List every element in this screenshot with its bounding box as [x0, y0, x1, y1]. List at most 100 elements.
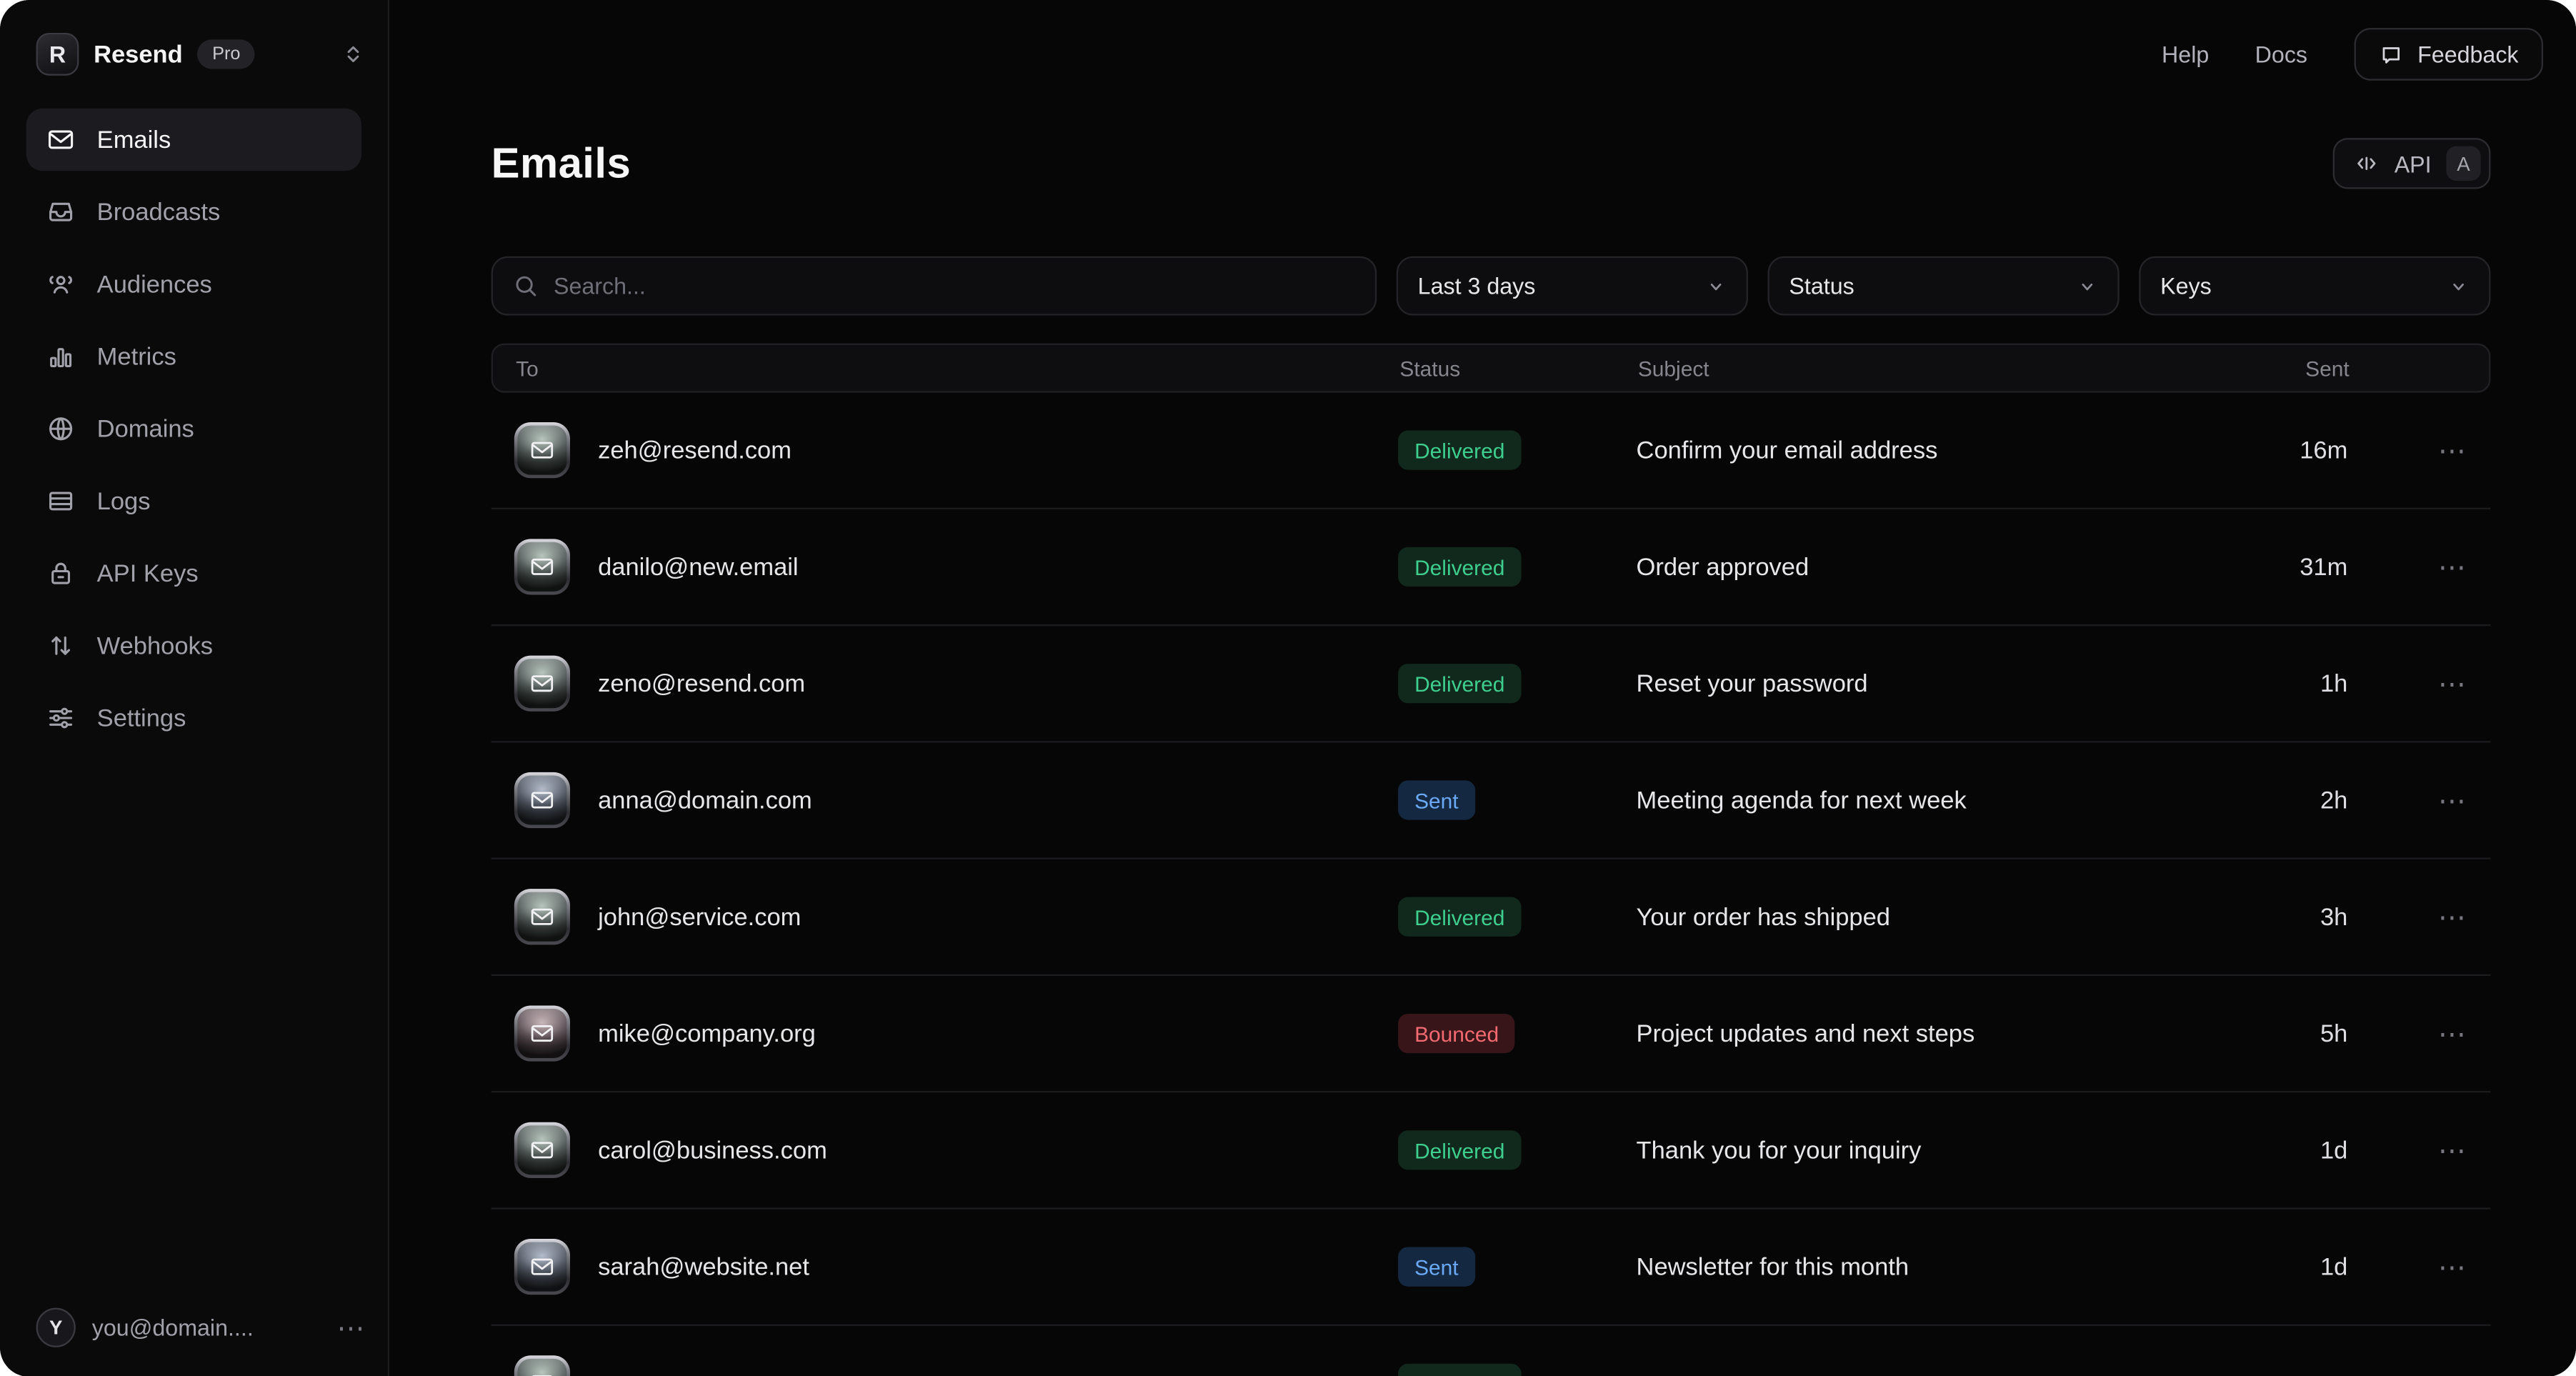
- page-title: Emails: [491, 138, 631, 189]
- sent-time: 1d: [2235, 1253, 2348, 1281]
- api-keys-icon: [46, 559, 75, 588]
- email-subject: Your order has shipped: [1637, 903, 2235, 931]
- table-row[interactable]: john@service.com Delivered Your order ha…: [491, 859, 2491, 976]
- email-subject: Thank you for your inquiry: [1637, 1136, 2235, 1164]
- chevron-down-icon: [2077, 275, 2098, 296]
- sidebar-item-label: Domains: [97, 415, 194, 443]
- sidebar-item-broadcasts[interactable]: Broadcasts: [26, 181, 361, 243]
- topbar: Help Docs Feedback: [2162, 0, 2576, 109]
- sidebar-item-domains[interactable]: Domains: [26, 398, 361, 460]
- sidebar-item-settings[interactable]: Settings: [26, 687, 361, 749]
- status-value: Status: [1789, 273, 1854, 299]
- recipient-email: zeh@resend.com: [598, 437, 792, 464]
- table-row[interactable]: carol@business.com Delivered Thank you f…: [491, 1092, 2491, 1209]
- email-subject: Confirm your email address: [1637, 437, 2235, 464]
- feedback-button[interactable]: Feedback: [2353, 28, 2543, 81]
- search-icon: [513, 273, 539, 299]
- sent-time: 3h: [2235, 903, 2348, 931]
- avatar: Y: [36, 1308, 76, 1347]
- docs-link[interactable]: Docs: [2255, 41, 2307, 67]
- settings-icon: [46, 703, 75, 732]
- email-icon: [514, 422, 570, 478]
- api-shortcut-key: A: [2446, 146, 2480, 181]
- column-subject: Subject: [1638, 356, 2236, 380]
- domains-icon: [46, 414, 75, 444]
- metrics-icon: [46, 341, 75, 371]
- email-icon: [514, 772, 570, 828]
- status-badge: Delivered: [1398, 1130, 1521, 1170]
- filter-bar: Last 3 days Status Keys: [491, 256, 2491, 316]
- status-select[interactable]: Status: [1768, 256, 2120, 316]
- row-menu-icon[interactable]: ⋯: [2438, 786, 2470, 814]
- table-row[interactable]: danilo@new.email Delivered Order approve…: [491, 509, 2491, 626]
- sent-time: 16m: [2235, 437, 2348, 464]
- email-table-body: zeh@resend.com Delivered Confirm your em…: [491, 393, 2491, 1376]
- search-input[interactable]: [554, 273, 1355, 299]
- table-row[interactable]: Delivered ⋯: [491, 1326, 2491, 1376]
- sidebar-item-api-keys[interactable]: API Keys: [26, 542, 361, 604]
- sent-time: 1h: [2235, 669, 2348, 697]
- chevron-down-icon: [2448, 275, 2470, 296]
- sidebar-item-logs[interactable]: Logs: [26, 470, 361, 532]
- chevrons-up-down-icon[interactable]: [341, 43, 364, 66]
- date-range-select[interactable]: Last 3 days: [1397, 256, 1748, 316]
- table-row[interactable]: zeh@resend.com Delivered Confirm your em…: [491, 393, 2491, 509]
- row-menu-icon[interactable]: ⋯: [2438, 437, 2470, 464]
- sidebar-item-webhooks[interactable]: Webhooks: [26, 614, 361, 677]
- sidebar-item-label: Broadcasts: [97, 198, 221, 226]
- table-row[interactable]: anna@domain.com Sent Meeting agenda for …: [491, 742, 2491, 859]
- keys-select[interactable]: Keys: [2139, 256, 2490, 316]
- more-icon[interactable]: ⋯: [336, 1314, 368, 1342]
- recipient-email: mike@company.org: [598, 1019, 816, 1047]
- sidebar-item-emails[interactable]: Emails: [26, 109, 361, 171]
- email-subject: Project updates and next steps: [1637, 1019, 2235, 1047]
- search-box[interactable]: [491, 256, 1377, 316]
- email-icon: [514, 1005, 570, 1061]
- column-sent: Sent: [2236, 356, 2350, 380]
- webhooks-icon: [46, 631, 75, 660]
- email-icon: [514, 539, 570, 594]
- workspace-switcher[interactable]: R Resend Pro: [0, 0, 388, 95]
- row-menu-icon[interactable]: ⋯: [2438, 903, 2470, 931]
- row-menu-icon[interactable]: ⋯: [2438, 1019, 2470, 1047]
- status-badge: Delivered: [1398, 547, 1521, 587]
- feedback-label: Feedback: [2417, 41, 2518, 67]
- recipient-email: danilo@new.email: [598, 553, 798, 581]
- email-subject: Newsletter for this month: [1637, 1253, 2235, 1281]
- row-menu-icon[interactable]: ⋯: [2438, 669, 2470, 697]
- logs-icon: [46, 487, 75, 516]
- email-icon: [514, 656, 570, 712]
- sent-time: 1d: [2235, 1136, 2348, 1164]
- chevron-down-icon: [1705, 275, 1727, 296]
- row-menu-icon[interactable]: ⋯: [2438, 553, 2470, 581]
- row-menu-icon[interactable]: ⋯: [2438, 1136, 2470, 1164]
- status-badge: Sent: [1398, 1247, 1475, 1287]
- sidebar-item-label: Metrics: [97, 342, 176, 370]
- recipient-email: anna@domain.com: [598, 786, 812, 814]
- status-badge: Delivered: [1398, 1364, 1521, 1376]
- table-row[interactable]: mike@company.org Bounced Project updates…: [491, 976, 2491, 1092]
- help-link[interactable]: Help: [2162, 41, 2209, 67]
- sidebar-item-label: Webhooks: [97, 632, 213, 659]
- email-icon: [514, 1355, 570, 1376]
- sidebar-item-metrics[interactable]: Metrics: [26, 325, 361, 387]
- recipient-email: sarah@website.net: [598, 1253, 809, 1281]
- sidebar-item-audiences[interactable]: Audiences: [26, 253, 361, 315]
- row-menu-icon[interactable]: ⋯: [2438, 1370, 2470, 1376]
- column-status: Status: [1399, 356, 1637, 380]
- workspace-name: Resend: [94, 40, 183, 68]
- email-icon: [514, 889, 570, 944]
- sent-time: 2h: [2235, 786, 2348, 814]
- status-badge: Delivered: [1398, 897, 1521, 937]
- user-menu[interactable]: Y you@domain.... ⋯: [36, 1308, 369, 1347]
- email-subject: Meeting agenda for next week: [1637, 786, 2235, 814]
- table-row[interactable]: sarah@website.net Sent Newsletter for th…: [491, 1210, 2491, 1326]
- api-button[interactable]: API A: [2334, 138, 2491, 189]
- resend-logo: R: [36, 33, 79, 76]
- table-row[interactable]: zeno@resend.com Delivered Reset your pas…: [491, 626, 2491, 742]
- date-range-value: Last 3 days: [1418, 273, 1536, 299]
- audiences-icon: [46, 269, 75, 299]
- column-to: To: [516, 356, 1399, 380]
- row-menu-icon[interactable]: ⋯: [2438, 1253, 2470, 1281]
- status-badge: Sent: [1398, 780, 1475, 819]
